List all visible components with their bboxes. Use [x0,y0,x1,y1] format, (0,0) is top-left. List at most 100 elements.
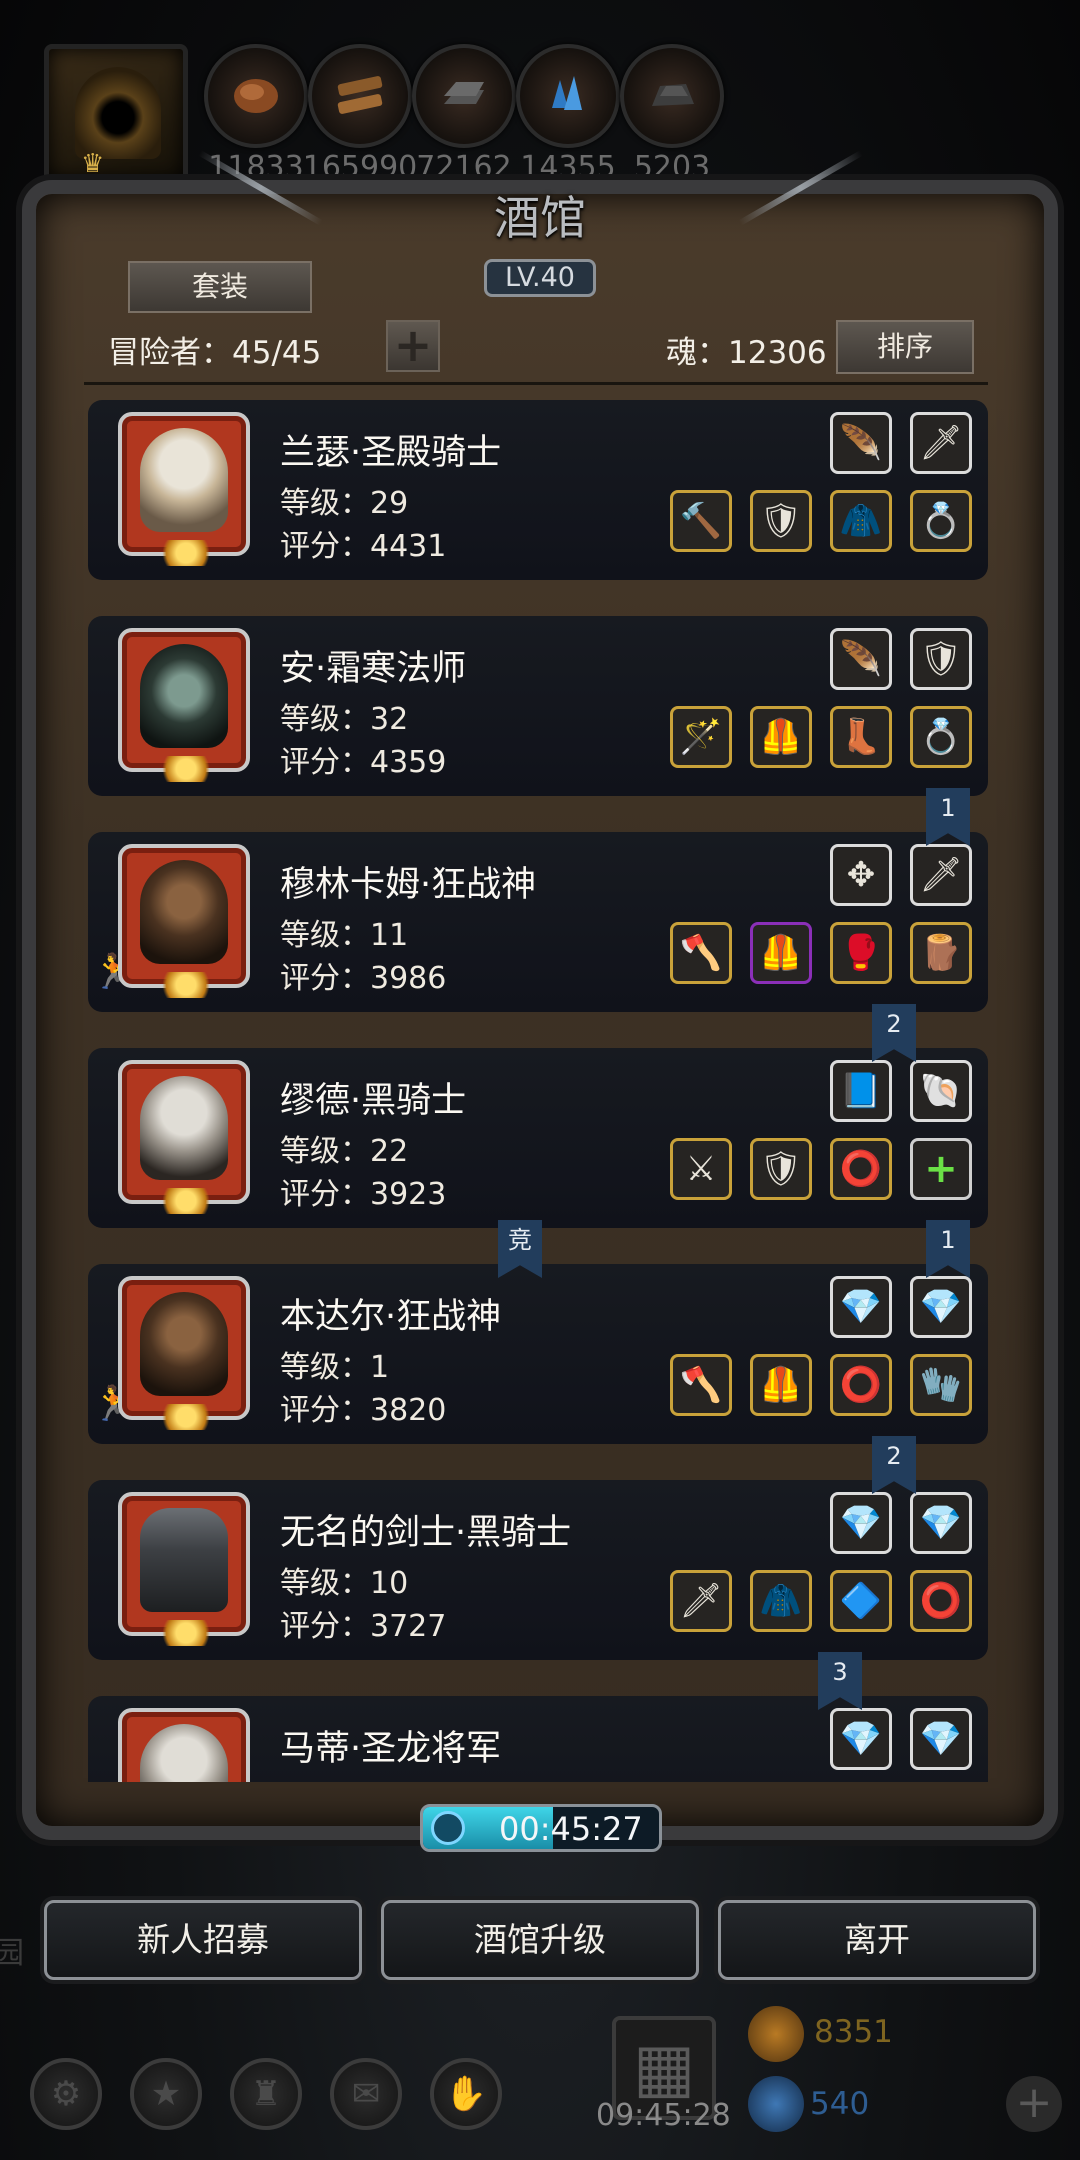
chest-armor-icon[interactable]: 🦺 [750,1354,812,1416]
hero-portrait[interactable] [118,628,250,782]
hero-score: 评分：3727 [280,1609,447,1644]
armor-icon[interactable]: 🛡 [750,1138,812,1200]
feather-icon[interactable]: 🪶 [830,412,892,474]
hero-name: 穆林卡姆·狂战神 [280,865,537,905]
timer-text: 00:45:27 [499,1810,643,1848]
armor-icon[interactable]: 🛡 [910,628,972,690]
moon-emblem-icon [156,1404,216,1430]
crystal-icon [552,76,582,110]
armor-icon[interactable]: 🛡 [750,490,812,552]
hero-portrait[interactable] [118,412,250,566]
iron-ingot-icon [444,82,484,104]
hero-card[interactable]: 🏃 穆林卡姆·狂战神 等级：11 评分：3986 ✥ 🗡 🪓 🦺 🥊 🪵 [88,832,988,1012]
page-title: 酒馆 [494,191,586,245]
resource-stone[interactable] [620,44,724,148]
meat-icon [234,79,278,113]
cloak-icon[interactable]: 🧥 [830,490,892,552]
suit-button[interactable]: 套装 [128,261,312,313]
hero-face [140,644,228,748]
upgrade-timer: 00:45:27 [420,1804,662,1852]
crystal-shard-icon[interactable]: 💎 [830,1708,892,1770]
hero-level: 等级：10 [280,1566,409,1601]
ring-icon[interactable]: ⭕ [910,1570,972,1632]
axe-icon[interactable]: 🪓 [670,1354,732,1416]
chest-armor-icon[interactable]: 🦺 [750,706,812,768]
axe-icon[interactable]: 🪓 [670,922,732,984]
feather-icon[interactable]: 🪶 [830,628,892,690]
hero-name: 本达尔·狂战神 [280,1297,502,1337]
settings-icon[interactable]: ⚙ [30,2058,102,2130]
dagger-icon[interactable]: 🗡 [910,412,972,474]
ring-icon[interactable]: 💍 [910,490,972,552]
wood-icon [337,76,383,114]
bracer-icon[interactable]: 🥊 [830,922,892,984]
leave-button[interactable]: 离开 [718,1900,1036,1980]
wood-icon[interactable]: 🪵 [910,922,972,984]
stone-icon [652,84,694,106]
hammer-icon[interactable]: 🔨 [670,490,732,552]
hero-portrait[interactable] [118,1060,250,1214]
trophy-icon: ♛ [81,149,105,179]
gem-icon [748,2076,804,2132]
star-icon[interactable]: ★ [130,2058,202,2130]
emblem-icon[interactable]: ✥ [830,844,892,906]
gem-armor-icon[interactable]: 🔷 [830,1570,892,1632]
clock-icon [431,1811,465,1845]
horn-icon[interactable]: 🐚 [910,1060,972,1122]
resource-crystal[interactable] [516,44,620,148]
hero-card[interactable]: 马蒂·圣龙将军 等级 💎 💎 [88,1696,988,1782]
hero-level: 等级：22 [280,1134,409,1169]
upgrade-tavern-button[interactable]: 酒馆升级 [381,1900,699,1980]
hero-card[interactable]: 🏃 本达尔·狂战神 等级：1 评分：3820 💎 💎 🪓 🦺 ⭕ 🧤 [88,1264,988,1444]
book-icon[interactable]: 📘 [830,1060,892,1122]
crystal-shard-icon[interactable]: 💎 [830,1492,892,1554]
chest-armor-icon[interactable]: 🦺 [750,922,812,984]
hero-card[interactable]: 缪德·黑骑士 等级：22 评分：3923 📘 🐚 ⚔ 🛡 ⭕ + [88,1048,988,1228]
hero-list[interactable]: 兰瑟·圣殿骑士 等级：29 评分：4431 🪶 🗡 🔨 🛡 🧥 💍 安·霜寒法师… [80,392,1000,1782]
hero-card[interactable]: 兰瑟·圣殿骑士 等级：29 评分：4431 🪶 🗡 🔨 🛡 🧥 💍 [88,400,988,580]
resource-food[interactable] [204,44,308,148]
hero-portrait[interactable] [118,844,250,998]
ring-icon[interactable]: ⭕ [830,1354,892,1416]
sword-icon[interactable]: ⚔ [670,1138,732,1200]
crystal-shard-icon[interactable]: 💎 [910,1492,972,1554]
crystal-shard-icon[interactable]: 💎 [830,1276,892,1338]
hero-level: 等级：11 [280,918,409,953]
add-equipment-button[interactable]: + [910,1138,972,1200]
hero-portrait[interactable] [118,1708,250,1782]
hero-name: 马蒂·圣龙将军 [280,1729,502,1769]
castle-icon[interactable]: ♜ [230,2058,302,2130]
hero-card[interactable]: 无名的剑士·黑骑士 等级：10 评分：3727 💎 💎 🗡 🧥 🔷 ⭕ [88,1480,988,1660]
dagger-icon[interactable]: 🗡 [910,844,972,906]
handshake-icon[interactable]: ✋ [430,2058,502,2130]
gem-amount: 540 [810,2086,870,2122]
resource-wood[interactable] [308,44,412,148]
ring-icon[interactable]: ⭕ [830,1138,892,1200]
adventurer-count: 冒险者：45/45 [108,335,322,371]
cloak-icon[interactable]: 🧥 [750,1570,812,1632]
resource-iron[interactable] [412,44,516,148]
hero-level: 等级：29 [280,486,409,521]
hero-portrait[interactable] [118,1276,250,1430]
hero-level: 等级：32 [280,702,409,737]
recruit-button[interactable]: 新人招募 [44,1900,362,1980]
ring-icon[interactable]: 💍 [910,706,972,768]
crystal-shard-icon[interactable]: 💎 [910,1708,972,1770]
sort-button[interactable]: 排序 [836,320,974,374]
hero-face [140,428,228,532]
hero-card[interactable]: 安·霜寒法师 等级：32 评分：4359 🪶 🛡 🪄 🦺 👢 💍 [88,616,988,796]
hooded-figure-icon [75,67,161,159]
hero-portrait[interactable] [118,1492,250,1646]
gauntlet-icon[interactable]: 🧤 [910,1354,972,1416]
hero-face [140,1292,228,1396]
crystal-shard-icon[interactable]: 💎 [910,1276,972,1338]
sword-icon[interactable]: 🗡 [670,1570,732,1632]
mail-icon[interactable]: ✉ [330,2058,402,2130]
hero-name: 安·霜寒法师 [280,649,467,689]
staff-icon[interactable]: 🪄 [670,706,732,768]
add-currency-button[interactable]: + [1006,2076,1062,2132]
add-adventurer-button[interactable]: + [386,320,440,372]
hero-name: 兰瑟·圣殿骑士 [280,433,502,473]
player-avatar[interactable]: ♛ [44,44,188,184]
boots-icon[interactable]: 👢 [830,706,892,768]
